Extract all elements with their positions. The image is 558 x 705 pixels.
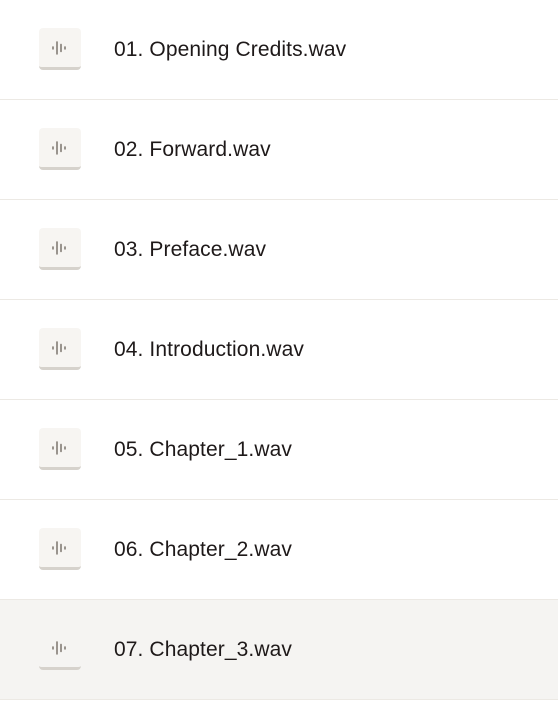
- file-list: 01. Opening Credits.wav 02. Forward.wav …: [0, 0, 558, 700]
- waveform-glyph: [52, 240, 66, 255]
- file-row-6[interactable]: 06. Chapter_2.wav: [0, 500, 558, 600]
- file-row-4[interactable]: 04. Introduction.wav: [0, 300, 558, 400]
- file-name: 07. Chapter_3.wav: [114, 638, 292, 661]
- file-row-3[interactable]: 03. Preface.wav: [0, 200, 558, 300]
- audio-file-icon: [39, 28, 81, 70]
- file-name: 06. Chapter_2.wav: [114, 538, 292, 561]
- file-name: 04. Introduction.wav: [114, 338, 304, 361]
- file-row-1[interactable]: 01. Opening Credits.wav: [0, 0, 558, 100]
- file-name: 01. Opening Credits.wav: [114, 38, 347, 61]
- waveform-glyph: [52, 340, 66, 355]
- waveform-glyph: [52, 640, 66, 655]
- audio-file-icon: [39, 128, 81, 170]
- waveform-glyph: [52, 40, 66, 55]
- file-name: 05. Chapter_1.wav: [114, 438, 292, 461]
- file-row-2[interactable]: 02. Forward.wav: [0, 100, 558, 200]
- waveform-glyph: [52, 540, 66, 555]
- audio-file-icon: [39, 528, 81, 570]
- waveform-glyph: [52, 140, 66, 155]
- waveform-glyph: [52, 440, 66, 455]
- audio-file-icon: [39, 328, 81, 370]
- audio-file-icon: [39, 628, 81, 670]
- file-name: 02. Forward.wav: [114, 138, 271, 161]
- file-row-5[interactable]: 05. Chapter_1.wav: [0, 400, 558, 500]
- file-row-7[interactable]: 07. Chapter_3.wav: [0, 600, 558, 700]
- audio-file-icon: [39, 428, 81, 470]
- file-name: 03. Preface.wav: [114, 238, 267, 261]
- audio-file-icon: [39, 228, 81, 270]
